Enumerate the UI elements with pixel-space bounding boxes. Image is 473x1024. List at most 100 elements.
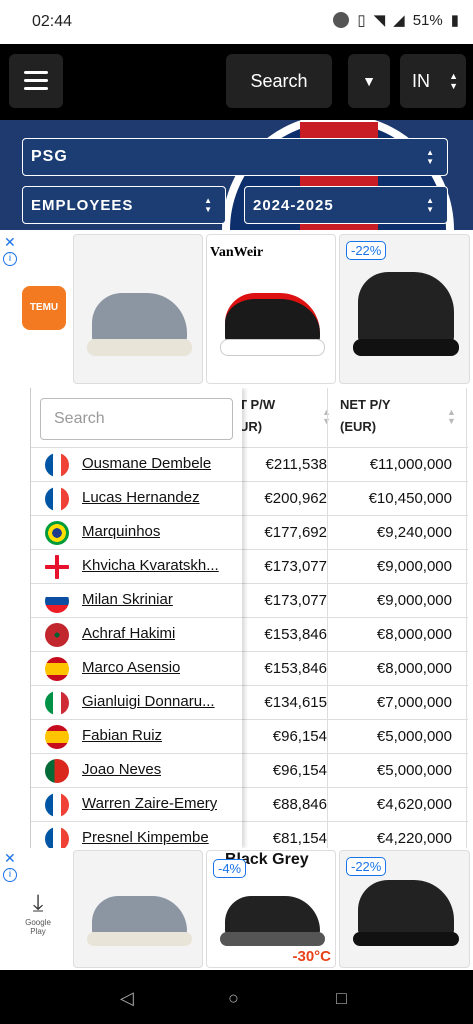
ad-product-image[interactable] [73, 850, 203, 968]
temu-logo: TEMU [22, 286, 66, 330]
player-name-link[interactable]: Ousmane Dembele [82, 455, 211, 472]
category-select[interactable]: EMPLOYEES ▲ ▼ [22, 186, 226, 224]
season-select[interactable]: 2024-2025 ▲ ▼ [244, 186, 448, 224]
table-row: Achraf Hakimi [31, 618, 242, 652]
table-row: €96,154 €5,000,000 [242, 754, 468, 788]
weekly-header-label: T P/W [239, 397, 276, 412]
country-select[interactable]: IN ▲ ▼ [400, 54, 466, 108]
bottom-ad-banner[interactable]: ✕ i Black Grey -4% -30°C -22% [0, 848, 473, 970]
signal-icon: ◢ [393, 12, 405, 29]
system-navigation-bar: ◁ ○ □ [0, 970, 473, 1024]
select-arrows-icon: ▲ ▼ [426, 196, 435, 214]
select-arrows-icon: ▲ ▼ [204, 196, 213, 214]
net-per-year-cell: €10,450,000 [368, 490, 452, 507]
net-per-week-cell: €153,846 [264, 660, 327, 677]
yearly-header-label: NET P/Y [340, 397, 391, 412]
net-per-year-cell: €9,000,000 [376, 558, 452, 575]
weekly-header[interactable]: T P/W UR) [239, 394, 275, 438]
player-name-link[interactable]: Presnel Kimpembe [82, 829, 209, 846]
team-select[interactable]: PSG ▲ ▼ [22, 138, 448, 176]
discount-badge: -22% [346, 241, 387, 260]
top-navbar: Search ▼ IN ▲ ▼ [0, 44, 473, 120]
status-icons: ▯ ◥ ◢ 51% ▮ [333, 11, 459, 29]
dnd-icon [333, 12, 350, 28]
player-name-link[interactable]: Marquinhos [82, 523, 160, 540]
player-name-link[interactable]: Lucas Hernandez [82, 489, 200, 506]
player-name-link[interactable]: Khvicha Kvaratskh... [82, 557, 219, 574]
player-name-link[interactable]: Gianluigi Donnaru... [82, 693, 215, 710]
table-row: €153,846 €8,000,000 [242, 652, 468, 686]
net-per-year-cell: €11,000,000 [369, 456, 452, 473]
sort-icon[interactable]: ▲▼ [447, 408, 456, 426]
georgia-flag-icon [45, 555, 69, 579]
table-row: Ousmane Dembele [31, 448, 242, 482]
category-select-value: EMPLOYEES [31, 196, 134, 214]
ad-info-icon[interactable]: i [3, 252, 17, 266]
table-row: Marco Asensio [31, 652, 242, 686]
net-per-year-cell: €8,000,000 [376, 626, 452, 643]
country-label: IN [412, 70, 430, 91]
table-row: Gianluigi Donnaru... [31, 686, 242, 720]
table-row: Joao Neves [31, 754, 242, 788]
discount-badge: -4% [213, 859, 247, 878]
player-name-link[interactable]: Joao Neves [82, 761, 161, 778]
home-icon[interactable]: ○ [228, 988, 239, 1009]
net-per-year-cell: €9,000,000 [376, 592, 452, 609]
battery-icon: ▮ [450, 12, 459, 29]
spain-flag-icon [45, 725, 69, 749]
top-ad-banner[interactable]: ✕ i VanWeir -22% [0, 230, 473, 388]
clock: 02:44 [32, 13, 73, 30]
france-flag-icon [45, 453, 69, 477]
close-ad-icon[interactable]: ✕ [4, 850, 16, 867]
table-row: Presnel Kimpembe [31, 822, 242, 848]
player-name-link[interactable]: Fabian Ruiz [82, 727, 162, 744]
caret-down-icon: ▼ [362, 73, 376, 89]
battery-label: 51% [412, 11, 443, 29]
recents-icon[interactable]: □ [336, 988, 347, 1009]
net-per-week-cell: €96,154 [272, 762, 327, 779]
status-bar: 02:44 ▯ ◥ ◢ 51% ▮ [0, 0, 473, 44]
yearly-header[interactable]: NET P/Y (EUR) [340, 394, 391, 438]
menu-button[interactable] [9, 54, 63, 108]
table-search-input[interactable]: Search [40, 398, 233, 440]
table-row: €88,846 €4,620,000 [242, 788, 468, 822]
close-ad-icon[interactable]: ✕ [4, 234, 16, 251]
select-arrows-icon: ▲ ▼ [426, 148, 435, 166]
net-per-week-cell: €81,154 [272, 830, 327, 847]
table-row: €177,692 €9,240,000 [242, 516, 468, 550]
season-select-value: 2024-2025 [253, 196, 334, 214]
ad-product-image[interactable]: VanWeir [206, 234, 336, 384]
player-name-link[interactable]: Warren Zaire-Emery [82, 795, 217, 812]
net-per-week-cell: €88,846 [272, 796, 327, 813]
table-search-placeholder: Search [54, 410, 105, 427]
ad-product-image[interactable]: -22% [339, 850, 470, 968]
weekly-header-unit: UR) [239, 419, 263, 434]
salary-columns[interactable]: T P/WUR) ▲▼ NET P/Y(EUR) ▲▼ €211,538€11,… [239, 388, 468, 848]
ad-product-image[interactable]: Black Grey -4% -30°C [206, 850, 336, 968]
net-per-year-cell: €5,000,000 [376, 728, 452, 745]
player-name-link[interactable]: Milan Skriniar [82, 591, 173, 608]
net-per-week-cell: €173,077 [264, 592, 327, 609]
net-per-year-cell: €8,000,000 [376, 660, 452, 677]
player-name-link[interactable]: Achraf Hakimi [82, 625, 175, 642]
net-per-year-cell: €4,220,000 [376, 830, 452, 847]
table-row: €81,154 €4,220,000 [242, 822, 468, 848]
download-icon: ⤓ [32, 890, 44, 917]
net-per-week-cell: €173,077 [264, 558, 327, 575]
search-button[interactable]: Search [226, 54, 332, 108]
net-per-year-cell: €4,620,000 [376, 796, 452, 813]
google-play-badge[interactable]: ⤓ Google Play [20, 890, 56, 936]
ad-brand-label: VanWeir [210, 245, 264, 260]
table-row: Milan Skriniar [31, 584, 242, 618]
temu-label: TEMU [29, 302, 59, 313]
google-play-label: Google Play [25, 918, 51, 936]
ad-product-image[interactable]: -22% [339, 234, 470, 384]
player-name-link[interactable]: Marco Asensio [82, 659, 180, 676]
ad-info-icon[interactable]: i [3, 868, 17, 882]
back-icon[interactable]: ◁ [120, 988, 134, 1009]
net-per-week-cell: €200,962 [264, 490, 327, 507]
table-row: €134,615 €7,000,000 [242, 686, 468, 720]
dropdown-button[interactable]: ▼ [348, 54, 390, 108]
table-row: €200,962 €10,450,000 [242, 482, 468, 516]
ad-product-image[interactable] [73, 234, 203, 384]
